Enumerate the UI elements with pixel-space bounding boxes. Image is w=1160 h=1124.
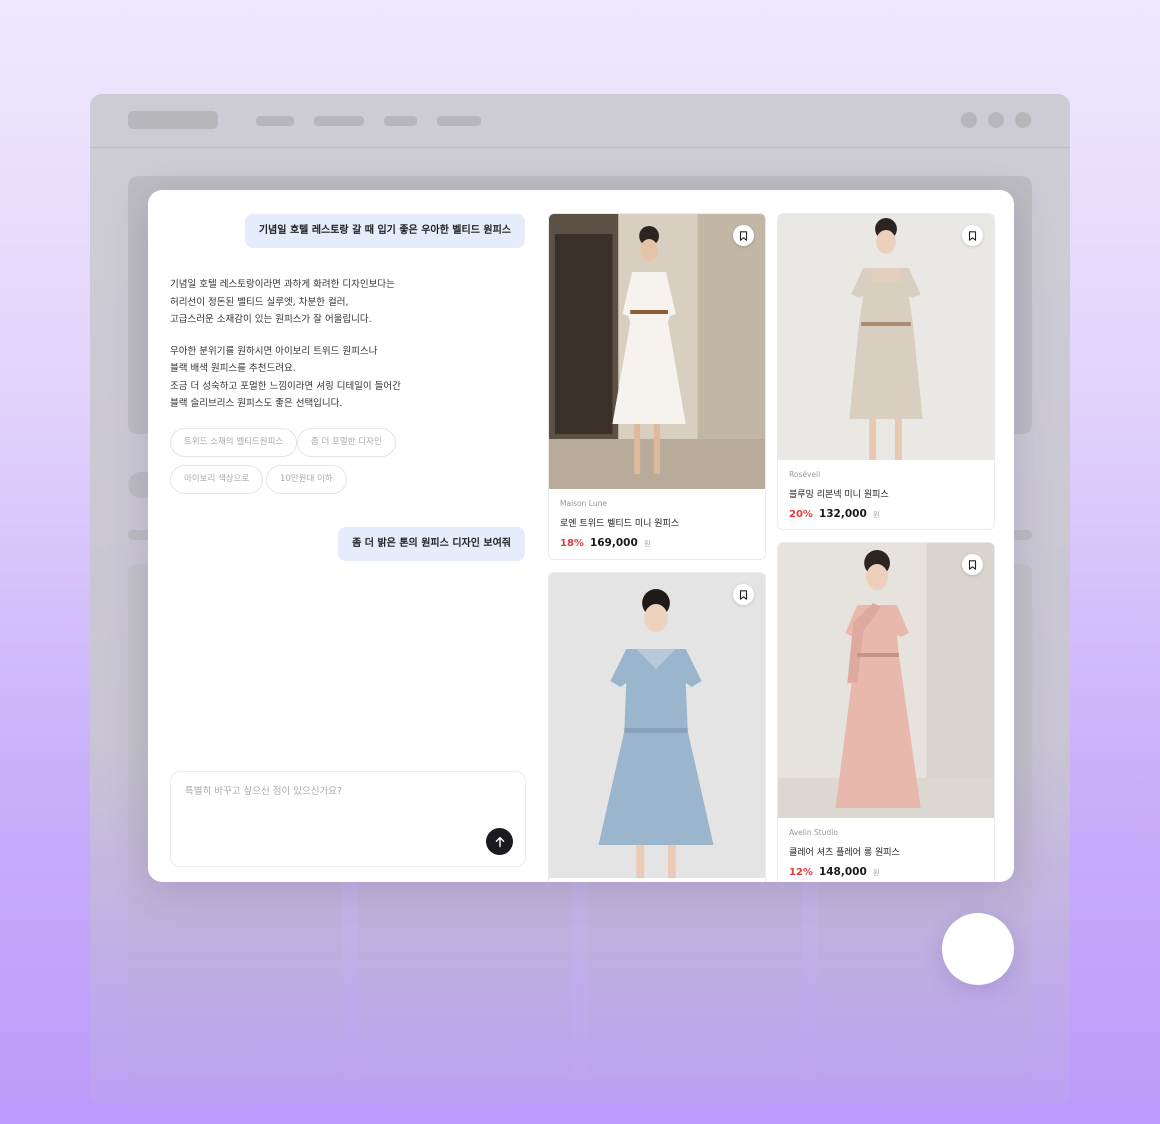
bookmark-button[interactable] bbox=[962, 554, 983, 575]
user-message-bubble: 기념일 호텔 레스토랑 갈 때 입기 좋은 우아한 벨티드 원피스 bbox=[244, 214, 525, 248]
background-window-dot bbox=[1015, 112, 1031, 128]
assistant-paragraph: 우아한 분위기를 원하시면 아이보리 트위드 원피스나 블랙 배색 원피스를 추… bbox=[170, 343, 510, 413]
product-currency: 원 bbox=[872, 510, 880, 519]
product-price-row: 18% 169,000 원 bbox=[560, 537, 754, 549]
product-name: 클레어 셔츠 플레어 롱 원피스 bbox=[789, 848, 900, 858]
bookmark-icon bbox=[739, 230, 748, 241]
product-currency: 원 bbox=[643, 539, 651, 548]
product-brand: Roséveil bbox=[789, 470, 821, 479]
background-nav-placeholder bbox=[256, 116, 294, 126]
send-button[interactable] bbox=[486, 828, 513, 855]
background-window-dot bbox=[961, 112, 977, 128]
product-price: 169,000 bbox=[589, 537, 638, 549]
assistant-line: 블랙 배색 원피스를 추천드려요. bbox=[170, 363, 296, 374]
arrow-up-icon bbox=[495, 836, 504, 847]
product-image bbox=[549, 214, 765, 489]
chat-panel: 기념일 호텔 레스토랑 갈 때 입기 좋은 우아한 벨티드 원피스 기념일 호텔… bbox=[148, 190, 548, 882]
product-price-row: 20% 132,000 원 bbox=[789, 508, 983, 520]
assistant-line: 우아한 분위기를 원하시면 아이보리 트위드 원피스나 bbox=[170, 345, 378, 357]
product-currency: 원 bbox=[872, 868, 880, 877]
product-info: Maison Lune 로엔 트위드 벨티드 미니 원피스 18% 169,00… bbox=[549, 489, 765, 549]
bookmark-icon bbox=[739, 589, 748, 600]
assistant-line: 조금 더 성숙하고 포멀한 느낌이라면 셔링 디테일이 들어간 bbox=[170, 380, 401, 392]
product-info: Avelin Studio 클레어 셔츠 플레어 롱 원피스 12% 148,0… bbox=[778, 818, 994, 878]
assistant-paragraph: 기념일 호텔 레스토랑이라면 과하게 화려한 디자인보다는 허리선이 정돈된 벨… bbox=[170, 276, 510, 329]
background-topbar bbox=[90, 94, 1070, 148]
product-photo bbox=[549, 573, 765, 878]
product-image bbox=[778, 214, 994, 460]
product-card[interactable]: Avelin Studio 클레어 셔츠 플레어 롱 원피스 12% 148,0… bbox=[777, 542, 995, 882]
product-discount: 12% bbox=[789, 867, 813, 878]
product-brand: Avelin Studio bbox=[789, 828, 838, 837]
chat-input-box bbox=[170, 771, 526, 867]
bookmark-icon bbox=[968, 230, 977, 241]
assistant-line: 기념일 호텔 레스토랑이라면 과하게 화려한 디자인보다는 bbox=[170, 279, 395, 290]
assistant-message: 기념일 호텔 레스토랑이라면 과하게 화려한 디자인보다는 허리선이 정돈된 벨… bbox=[170, 276, 510, 427]
product-photo bbox=[778, 214, 994, 460]
product-info: Roséveil 블루밍 리본넥 미니 원피스 20% 132,000 원 bbox=[778, 460, 994, 520]
assistant-line: 허리선이 정돈된 벨티드 실루엣, 차분한 컬러, bbox=[170, 296, 349, 308]
user-message-bubble: 좀 더 밝은 톤의 원피스 디자인 보여줘 bbox=[338, 527, 525, 561]
product-name: 로엔 트위드 벨티드 미니 원피스 bbox=[560, 519, 680, 529]
suggestion-chip[interactable]: 10만원대 이하 bbox=[266, 465, 347, 494]
bookmark-button[interactable] bbox=[962, 225, 983, 246]
product-card[interactable]: Maison Lune 로엔 트위드 벨티드 미니 원피스 18% 169,00… bbox=[548, 213, 766, 560]
suggestion-chip[interactable]: 좀 더 포멀한 디자인 bbox=[297, 428, 396, 457]
product-price: 132,000 bbox=[818, 508, 867, 520]
chat-input[interactable] bbox=[185, 786, 485, 797]
bookmark-button[interactable] bbox=[733, 584, 754, 605]
product-discount: 18% bbox=[560, 538, 584, 549]
product-price: 148,000 bbox=[818, 866, 867, 878]
product-card[interactable]: Roséveil 블루밍 리본넥 미니 원피스 20% 132,000 원 bbox=[777, 213, 995, 530]
suggestion-chip[interactable]: 트위드 소재의 벨티드원피스 bbox=[170, 428, 298, 457]
product-discount: 20% bbox=[789, 509, 813, 520]
bookmark-button[interactable] bbox=[733, 225, 754, 246]
background-window-dot bbox=[988, 112, 1004, 128]
product-image bbox=[778, 543, 994, 818]
background-logo-placeholder bbox=[128, 111, 218, 129]
product-price-row: 12% 148,000 원 bbox=[789, 866, 983, 878]
background-nav-placeholder bbox=[314, 116, 364, 126]
product-photo bbox=[778, 543, 994, 818]
product-name: 블루밍 리본넥 미니 원피스 bbox=[789, 490, 889, 500]
assistant-line: 고급스러운 소재감이 있는 원피스가 잘 어울립니다. bbox=[170, 314, 372, 325]
background-nav-placeholder bbox=[384, 116, 417, 126]
product-card[interactable] bbox=[548, 572, 766, 882]
product-photo bbox=[549, 214, 765, 489]
assistant-line: 블랙 슬리브리스 원피스도 좋은 선택입니다. bbox=[170, 398, 343, 409]
background-nav-placeholder bbox=[437, 116, 481, 126]
ai-stylist-modal: 기념일 호텔 레스토랑 갈 때 입기 좋은 우아한 벨티드 원피스 기념일 호텔… bbox=[148, 190, 1014, 882]
product-brand: Maison Lune bbox=[560, 499, 607, 508]
product-image bbox=[549, 573, 765, 878]
suggestion-chip[interactable]: 아이보리 색상으로 bbox=[170, 465, 264, 494]
floating-action-button[interactable] bbox=[942, 913, 1014, 985]
bookmark-icon bbox=[968, 559, 977, 570]
